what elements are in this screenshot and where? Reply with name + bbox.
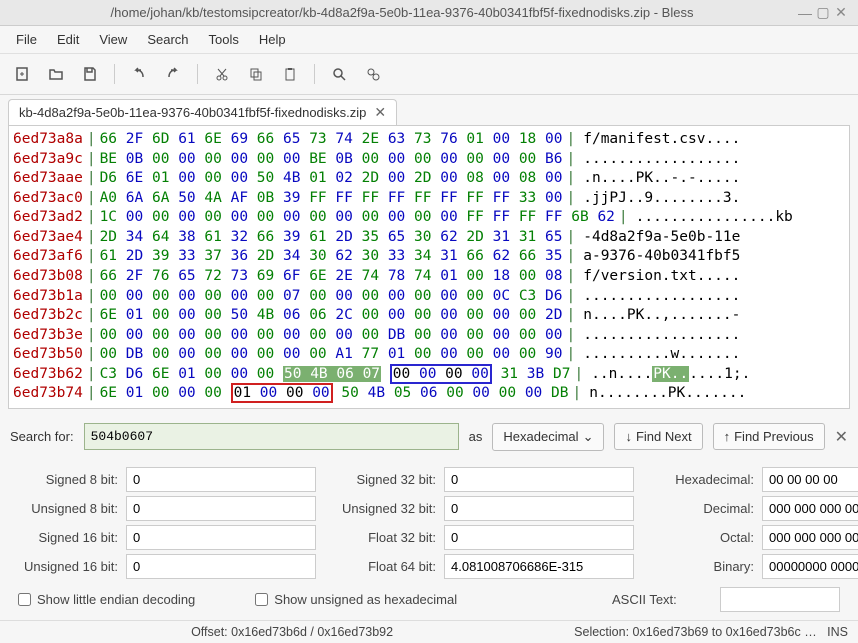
- search-as-label: as: [469, 429, 483, 444]
- title-bar: /home/johan/kb/testomsipcreator/kb-4d8a2…: [0, 0, 858, 26]
- menu-bar: File Edit View Search Tools Help: [0, 26, 858, 54]
- menu-file[interactable]: File: [8, 28, 45, 51]
- signed-32-field[interactable]: [444, 467, 634, 492]
- toolbar: [0, 54, 858, 95]
- file-tab[interactable]: kb-4d8a2f9a-5e0b-11ea-9376-40b0341fbf5f-…: [8, 99, 397, 125]
- status-bar: Offset: 0x16ed73b6d / 0x16ed73b92 Select…: [0, 620, 858, 643]
- tab-close-icon[interactable]: ✕: [374, 104, 386, 121]
- ascii-text-field[interactable]: [720, 587, 840, 612]
- unsigned-16-field[interactable]: [126, 554, 316, 579]
- search-label: Search for:: [10, 429, 74, 444]
- open-button[interactable]: [42, 60, 70, 88]
- new-button[interactable]: [8, 60, 36, 88]
- search-type-dropdown[interactable]: Hexadecimal⌄: [492, 423, 604, 451]
- signed-16-field[interactable]: [126, 525, 316, 550]
- menu-search[interactable]: Search: [139, 28, 196, 51]
- decimal-field[interactable]: [762, 496, 858, 521]
- find-next-button[interactable]: ↓Find Next: [614, 423, 702, 450]
- search-bar: Search for: as Hexadecimal⌄ ↓Find Next ↑…: [0, 417, 858, 457]
- inspector-options: Show little endian decoding Show unsigne…: [0, 583, 858, 620]
- save-button[interactable]: [76, 60, 104, 88]
- maximize-button[interactable]: ▢: [814, 4, 832, 21]
- copy-button[interactable]: [242, 60, 270, 88]
- status-offset: Offset: 0x16ed73b6d / 0x16ed73b92: [191, 625, 393, 639]
- chevron-down-icon: ⌄: [583, 429, 594, 445]
- paste-button[interactable]: [276, 60, 304, 88]
- little-endian-checkbox[interactable]: Show little endian decoding: [18, 592, 195, 607]
- arrow-down-icon: ↓: [625, 429, 632, 444]
- hex-view[interactable]: 6ed73a8a|66 2F 6D 61 6E 69 66 65 73 74 2…: [8, 125, 850, 409]
- undo-button[interactable]: [125, 60, 153, 88]
- menu-view[interactable]: View: [91, 28, 135, 51]
- minimize-button[interactable]: —: [796, 5, 814, 21]
- find-previous-button[interactable]: ↑Find Previous: [713, 423, 825, 450]
- redo-button[interactable]: [159, 60, 187, 88]
- octal-field[interactable]: [762, 525, 858, 550]
- menu-tools[interactable]: Tools: [201, 28, 247, 51]
- unsigned-8-field[interactable]: [126, 496, 316, 521]
- hex-field[interactable]: [762, 467, 858, 492]
- binary-field[interactable]: [762, 554, 858, 579]
- replace-button[interactable]: [359, 60, 387, 88]
- menu-edit[interactable]: Edit: [49, 28, 87, 51]
- close-button[interactable]: ✕: [832, 4, 850, 21]
- status-selection: Selection: 0x16ed73b69 to 0x16ed73b6c …: [574, 625, 817, 639]
- tab-bar: kb-4d8a2f9a-5e0b-11ea-9376-40b0341fbf5f-…: [0, 95, 858, 125]
- search-input[interactable]: [84, 423, 459, 450]
- menu-help[interactable]: Help: [251, 28, 294, 51]
- cut-button[interactable]: [208, 60, 236, 88]
- unsigned-32-field[interactable]: [444, 496, 634, 521]
- close-search-icon[interactable]: ✕: [835, 427, 848, 447]
- data-inspector: Signed 8 bit: Signed 32 bit: Hexadecimal…: [0, 457, 858, 583]
- window-title: /home/johan/kb/testomsipcreator/kb-4d8a2…: [8, 5, 796, 20]
- tab-label: kb-4d8a2f9a-5e0b-11ea-9376-40b0341fbf5f-…: [19, 105, 366, 120]
- status-insert-mode: INS: [827, 625, 848, 639]
- arrow-up-icon: ↑: [724, 429, 731, 444]
- float-64-field[interactable]: [444, 554, 634, 579]
- float-32-field[interactable]: [444, 525, 634, 550]
- unsigned-hex-checkbox[interactable]: Show unsigned as hexadecimal: [255, 592, 457, 607]
- find-button[interactable]: [325, 60, 353, 88]
- signed-8-field[interactable]: [126, 467, 316, 492]
